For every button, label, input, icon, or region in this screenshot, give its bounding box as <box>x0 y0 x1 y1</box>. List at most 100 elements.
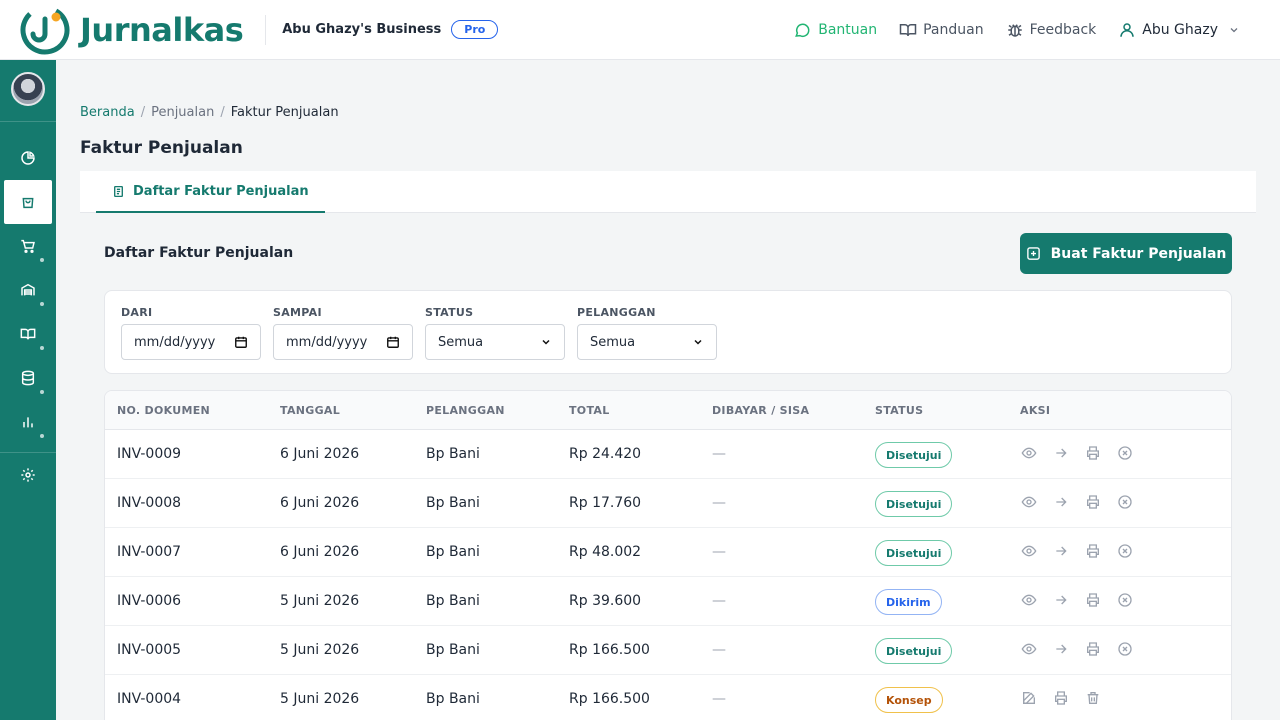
list-title: Daftar Faktur Penjualan <box>104 245 294 261</box>
view-icon[interactable] <box>1020 444 1038 462</box>
cell-total: Rp 24.420 <box>569 446 642 462</box>
guide-link[interactable]: Panduan <box>899 21 984 39</box>
header-action: AKSI <box>1020 404 1051 417</box>
sidebar-item-data[interactable] <box>4 356 52 400</box>
sidebar-item-sales[interactable] <box>4 180 52 224</box>
submenu-dot <box>40 390 44 394</box>
cell-total: Rp 166.500 <box>569 691 650 707</box>
cancel-icon[interactable] <box>1116 493 1134 511</box>
business-name[interactable]: Abu Ghazy's Business <box>282 22 441 37</box>
cell-customer: Bp Bani <box>426 446 480 462</box>
avatar[interactable] <box>11 72 45 106</box>
cell-doc[interactable]: INV-0007 <box>117 544 181 560</box>
feedback-label: Feedback <box>1029 22 1097 38</box>
table-row[interactable]: INV-0007 6 Juni 2026 Bp Bani Rp 48.002 —… <box>105 528 1231 577</box>
header-customer: PELANGGAN <box>426 404 505 417</box>
date-from-value: mm/dd/yyyy <box>134 334 216 350</box>
view-icon[interactable] <box>1020 591 1038 609</box>
sidebar-item-settings[interactable] <box>4 453 52 497</box>
create-invoice-button[interactable]: Buat Faktur Penjualan <box>1020 233 1232 274</box>
filter-to: SAMPAI mm/dd/yyyy <box>273 306 413 360</box>
chevron-down-icon <box>1230 28 1238 33</box>
cell-date: 6 Juni 2026 <box>280 495 360 511</box>
arrow-right-icon[interactable] <box>1052 542 1070 560</box>
arrow-right-icon[interactable] <box>1052 493 1070 511</box>
date-from-input[interactable]: mm/dd/yyyy <box>121 324 261 360</box>
filter-status-label: STATUS <box>425 306 474 319</box>
cell-date: 5 Juni 2026 <box>280 642 360 658</box>
cancel-icon[interactable] <box>1116 591 1134 609</box>
sidebar-item-journal[interactable] <box>4 312 52 356</box>
cell-paid: — <box>712 642 726 658</box>
gear-icon <box>21 468 35 482</box>
print-icon[interactable] <box>1084 591 1102 609</box>
sidebar-item-purchases[interactable] <box>4 224 52 268</box>
sidebar-item-dashboard[interactable] <box>4 136 52 180</box>
print-icon[interactable] <box>1084 542 1102 560</box>
divider <box>0 121 56 122</box>
status-badge: Disetujui <box>875 638 953 664</box>
cancel-icon[interactable] <box>1116 542 1134 560</box>
breadcrumb-home[interactable]: Beranda <box>80 105 135 120</box>
table-row[interactable]: INV-0008 6 Juni 2026 Bp Bani Rp 17.760 —… <box>105 479 1231 528</box>
print-icon[interactable] <box>1084 640 1102 658</box>
customer-select[interactable]: Semua <box>577 324 717 360</box>
table-row[interactable]: INV-0005 5 Juni 2026 Bp Bani Rp 166.500 … <box>105 626 1231 675</box>
status-badge: Konsep <box>875 687 943 713</box>
table-row[interactable]: INV-0009 6 Juni 2026 Bp Bani Rp 24.420 —… <box>105 430 1231 479</box>
chevron-down-icon <box>694 339 702 345</box>
print-icon[interactable] <box>1052 689 1070 707</box>
print-icon[interactable] <box>1084 444 1102 462</box>
user-name: Abu Ghazy <box>1142 22 1218 38</box>
breadcrumb-section[interactable]: Penjualan <box>151 105 214 120</box>
database-icon <box>21 370 35 386</box>
header-date: TANGGAL <box>280 404 341 417</box>
arrow-right-icon[interactable] <box>1052 640 1070 658</box>
status-badge: Disetujui <box>875 491 953 517</box>
tab-invoice-list[interactable]: Daftar Faktur Penjualan <box>96 171 325 213</box>
cell-doc[interactable]: INV-0004 <box>117 691 181 707</box>
arrow-right-icon[interactable] <box>1052 444 1070 462</box>
view-icon[interactable] <box>1020 640 1038 658</box>
cell-doc[interactable]: INV-0009 <box>117 446 181 462</box>
date-to-input[interactable]: mm/dd/yyyy <box>273 324 413 360</box>
edit-icon[interactable] <box>1020 689 1038 707</box>
divider <box>265 14 267 45</box>
print-icon[interactable] <box>1084 493 1102 511</box>
filter-from-label: DARI <box>121 306 153 319</box>
warehouse-icon <box>21 283 35 296</box>
cancel-icon[interactable] <box>1116 444 1134 462</box>
trash-icon[interactable] <box>1084 689 1102 707</box>
plan-badge: Pro <box>451 20 499 39</box>
status-select[interactable]: Semua <box>425 324 565 360</box>
cell-doc[interactable]: INV-0005 <box>117 642 181 658</box>
top-bar: Jurnalkas Abu Ghazy's Business Pro Bantu… <box>0 0 1280 60</box>
filter-customer-label: PELANGGAN <box>577 306 656 319</box>
user-icon <box>1120 23 1135 37</box>
top-nav: Bantuan Panduan Feedback Abu Ghazy <box>772 0 1246 60</box>
app-logo[interactable]: Jurnalkas <box>20 4 244 55</box>
view-icon[interactable] <box>1020 493 1038 511</box>
chat-icon <box>795 23 810 37</box>
cell-doc[interactable]: INV-0008 <box>117 495 181 511</box>
arrow-right-icon[interactable] <box>1052 591 1070 609</box>
pie-chart-icon <box>21 151 35 165</box>
table-row[interactable]: INV-0004 5 Juni 2026 Bp Bani Rp 166.500 … <box>105 675 1231 720</box>
sidebar-item-inventory[interactable] <box>4 268 52 312</box>
row-actions <box>1020 493 1134 511</box>
cell-total: Rp 48.002 <box>569 544 642 560</box>
sidebar-item-reports[interactable] <box>4 400 52 444</box>
cell-date: 6 Juni 2026 <box>280 446 360 462</box>
cancel-icon[interactable] <box>1116 640 1134 658</box>
view-icon[interactable] <box>1020 542 1038 560</box>
help-link[interactable]: Bantuan <box>794 21 877 39</box>
feedback-link[interactable]: Feedback <box>1006 21 1097 39</box>
cell-total: Rp 17.760 <box>569 495 642 511</box>
filter-status: STATUS Semua <box>425 306 565 360</box>
status-badge: Disetujui <box>875 442 953 468</box>
table-row[interactable]: INV-0006 5 Juni 2026 Bp Bani Rp 39.600 —… <box>105 577 1231 626</box>
user-menu[interactable]: Abu Ghazy <box>1118 21 1246 39</box>
submenu-dot <box>40 302 44 306</box>
cell-doc[interactable]: INV-0006 <box>117 593 181 609</box>
create-invoice-label: Buat Faktur Penjualan <box>1050 245 1227 262</box>
